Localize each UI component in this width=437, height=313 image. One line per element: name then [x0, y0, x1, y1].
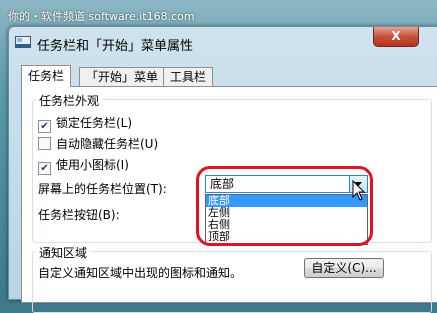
position-option-left[interactable]: 左侧	[206, 207, 367, 219]
mouse-cursor-icon	[352, 180, 366, 201]
auto-hide-option[interactable]: 自动隐藏任务栏(U)	[38, 136, 158, 152]
taskbar-position-label: 屏幕上的任务栏位置(T):	[38, 182, 167, 196]
position-option-top[interactable]: 顶部	[206, 231, 367, 243]
tab-start-menu[interactable]: 「开始」菜单	[79, 67, 166, 86]
small-icons-checkbox[interactable]: ✔	[38, 162, 51, 175]
small-icons-option[interactable]: ✔ 使用小图标(I)	[38, 157, 129, 175]
tab-taskbar[interactable]: 任务栏	[21, 65, 72, 87]
taskbar-properties-icon	[15, 36, 31, 48]
appearance-group-label: 任务栏外观	[36, 92, 103, 109]
window-title: 任务栏和「开始」菜单属性	[37, 39, 194, 54]
position-option-bottom[interactable]: 底部	[206, 195, 367, 207]
position-option-right[interactable]: 右侧	[206, 219, 367, 231]
taskbar-position-select[interactable]: 底部	[205, 175, 368, 193]
notification-description: 自定义通知区域中出现的图标和通知。	[38, 266, 243, 280]
taskbar-position-value: 底部	[210, 177, 235, 191]
auto-hide-checkbox[interactable]	[38, 137, 51, 150]
lock-taskbar-label: 锁定任务栏(L)	[56, 116, 133, 130]
watermark-text: 你的・软件频道 software.it168.com	[8, 10, 195, 23]
lock-taskbar-option[interactable]: ✔ 锁定任务栏(L)	[38, 115, 133, 133]
close-button[interactable]: X	[373, 27, 419, 47]
lock-taskbar-checkbox[interactable]: ✔	[38, 120, 51, 133]
small-icons-label: 使用小图标(I)	[56, 158, 129, 172]
customize-button[interactable]: 自定义(C)...	[304, 258, 384, 278]
tab-toolbars[interactable]: 工具栏	[163, 67, 214, 86]
notification-group-label: 通知区域	[36, 244, 91, 261]
auto-hide-label: 自动隐藏任务栏(U)	[56, 137, 159, 151]
taskbar-position-dropdown: 底部 左侧 右侧 顶部	[205, 194, 368, 245]
taskbar-buttons-label: 任务栏按钮(B):	[38, 208, 120, 222]
